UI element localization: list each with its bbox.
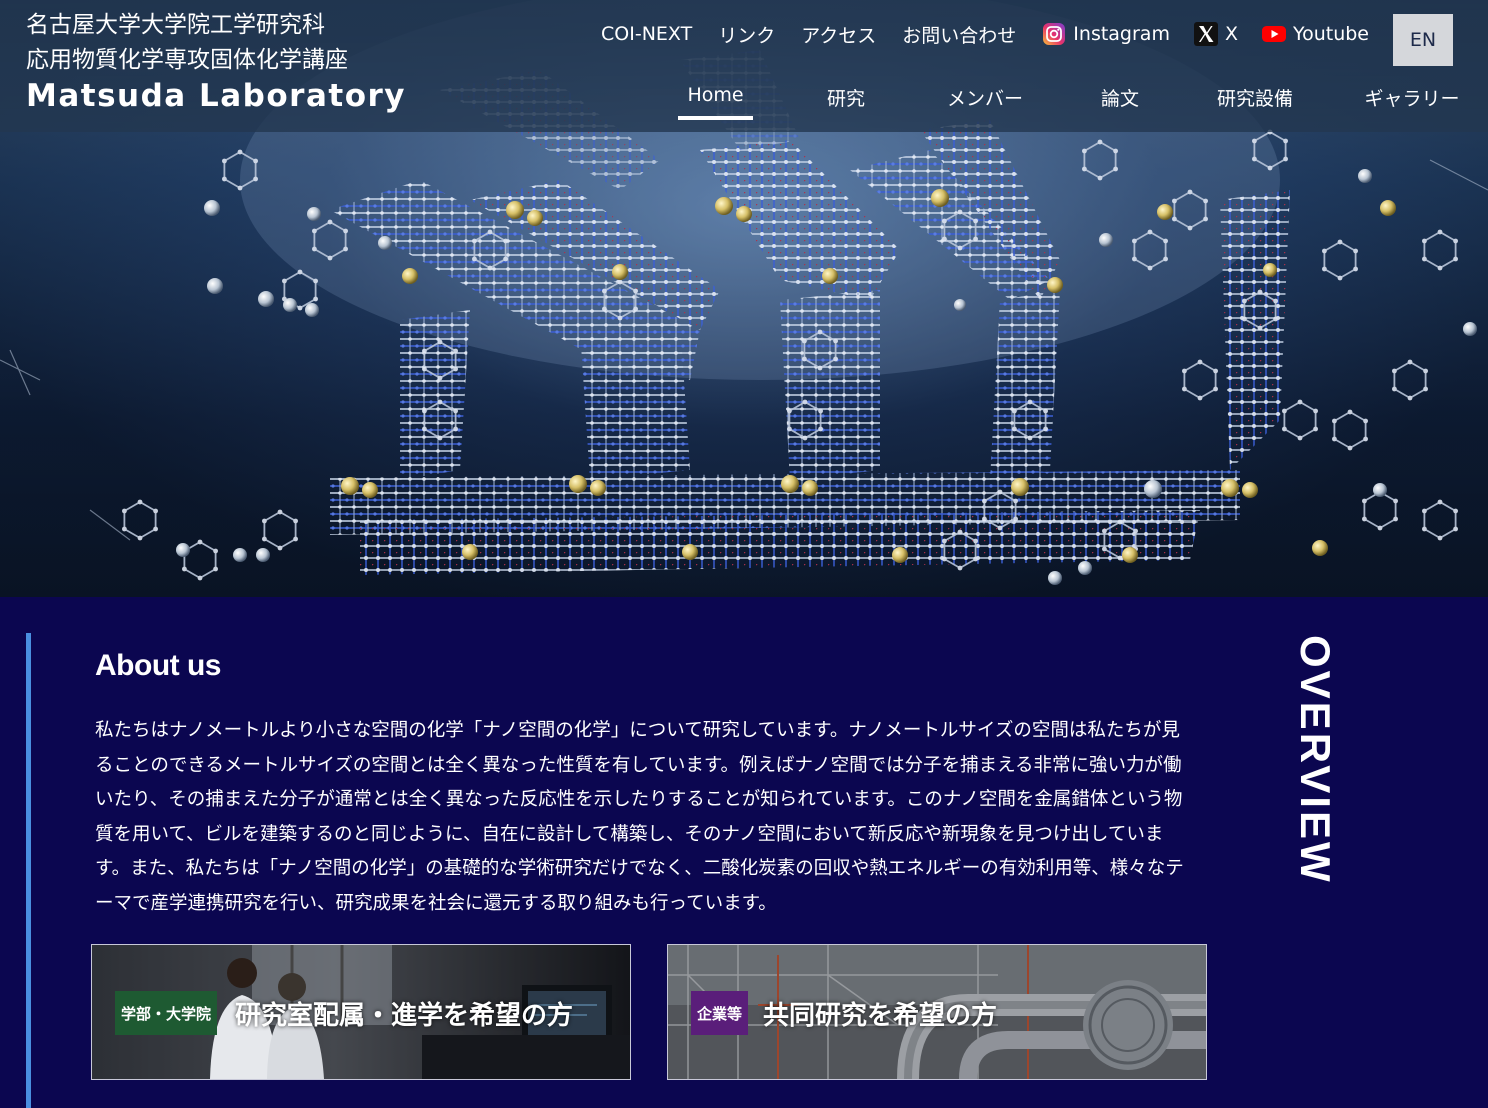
department-name: 応用物質化学専攻固体化学講座 (26, 47, 348, 73)
language-toggle-button[interactable]: EN (1393, 13, 1453, 66)
instagram-icon (1042, 22, 1066, 46)
hero-banner: 名古屋大学大学院工学研究科 応用物質化学専攻固体化学講座 Matsuda Lab… (0, 0, 1488, 597)
card-students[interactable]: 学部・大学院 研究室配属・進学を希望の方 (91, 944, 631, 1080)
nav-item-research[interactable]: 研究 (815, 84, 877, 120)
instagram-label: Instagram (1073, 23, 1170, 45)
about-heading: About us (95, 649, 221, 682)
card-companies-title: 共同研究を希望の方 (763, 1001, 998, 1031)
site-brand[interactable]: 名古屋大学大学院工学研究科 応用物質化学専攻固体化学講座 Matsuda Lab… (26, 8, 406, 116)
nav-item-members[interactable]: メンバー (939, 84, 1031, 120)
main-navigation: Home 研究 メンバー 論文 研究設備 ギャラリー (678, 84, 1467, 120)
card-students-title: 研究室配属・進学を希望の方 (235, 1001, 574, 1031)
nav-item-facilities[interactable]: 研究設備 (1209, 84, 1301, 120)
x-icon (1193, 22, 1218, 46)
section-accent-bar (26, 633, 31, 1108)
overview-text: OVERVIEW (1292, 635, 1339, 885)
nav-item-papers[interactable]: 論文 (1093, 84, 1147, 120)
x-label: X (1224, 23, 1238, 45)
youtube-link[interactable]: Youtube (1262, 23, 1369, 45)
top-link-contact[interactable]: お問い合わせ (902, 21, 1016, 48)
card-companies[interactable]: 企業等 共同研究を希望の方 (667, 944, 1207, 1080)
youtube-icon (1262, 25, 1286, 43)
overview-side-label: OVERVIEW (1292, 635, 1339, 885)
top-link-coi-next[interactable]: COI-NEXT (601, 23, 692, 45)
card-students-tag: 学部・大学院 (115, 991, 218, 1035)
youtube-label: Youtube (1293, 23, 1369, 45)
nav-item-home[interactable]: Home (678, 84, 753, 120)
nav-item-gallery[interactable]: ギャラリー (1357, 84, 1467, 120)
about-text: 私たちはナノメートルより小さな空間の化学「ナノ空間の化学」について研究しています… (95, 720, 1184, 914)
top-navigation: COI-NEXT リンク アクセス お問い合わせ Instagram X You… (601, 13, 1488, 66)
card-companies-tag: 企業等 (691, 991, 749, 1035)
top-link-access[interactable]: アクセス (801, 21, 876, 48)
x-link[interactable]: X (1193, 22, 1238, 46)
instagram-link[interactable]: Instagram (1042, 22, 1170, 46)
lab-name: Matsuda Laboratory (26, 78, 406, 114)
top-link-links[interactable]: リンク (718, 21, 775, 48)
university-name: 名古屋大学大学院工学研究科 (26, 12, 325, 38)
